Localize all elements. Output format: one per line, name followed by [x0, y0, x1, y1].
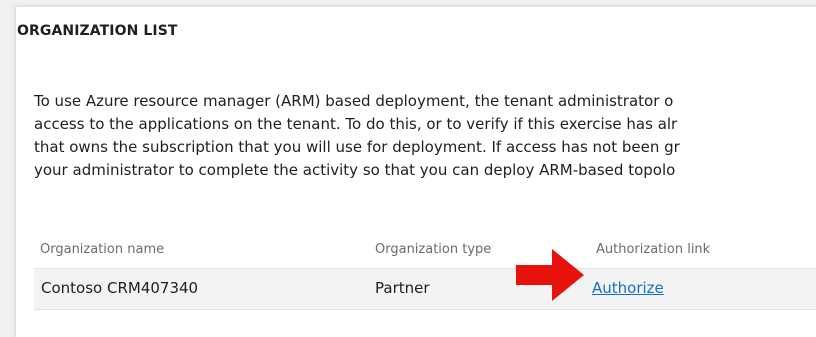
description-line: To use Azure resource manager (ARM) base…	[34, 92, 674, 110]
authorize-link[interactable]: Authorize	[592, 279, 664, 297]
section-title: ORGANIZATION LIST	[17, 23, 178, 39]
description-line: your administrator to complete the activ…	[34, 161, 676, 179]
column-header-organization-type: Organization type	[375, 242, 492, 257]
organization-name-cell: Contoso CRM407340	[41, 279, 199, 297]
description-line: that owns the subscription that you will…	[34, 138, 680, 156]
column-header-organization-name: Organization name	[40, 242, 165, 257]
organization-type-cell: Partner	[375, 279, 430, 297]
section-description: To use Azure resource manager (ARM) base…	[34, 90, 816, 182]
red-arrow-shape	[516, 249, 584, 301]
column-header-authorization-link: Authorization link	[596, 242, 711, 257]
description-line: access to the applications on the tenant…	[34, 115, 678, 133]
red-arrow-icon	[516, 249, 584, 301]
